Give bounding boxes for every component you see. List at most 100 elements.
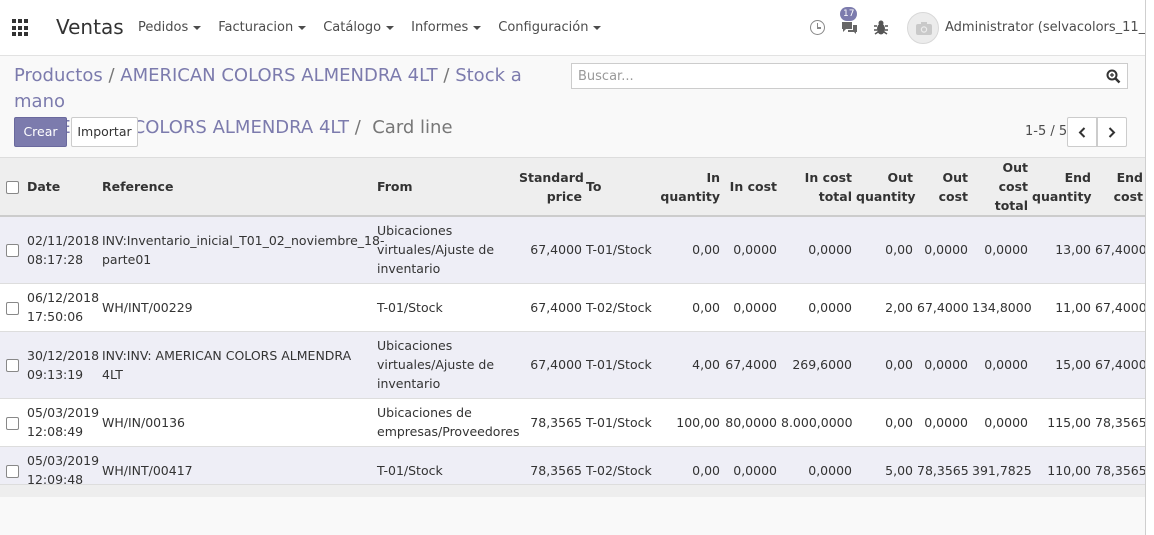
cell-date: 30/12/2018 09:13:19 (25, 330, 100, 398)
breadcrumb-productos[interactable]: Productos (14, 65, 103, 86)
menu-informes-label: Informes (411, 20, 469, 35)
caret-down-icon (298, 25, 307, 30)
cell-out-cost-total: 0,0000 (970, 215, 1030, 283)
cell-out-cost: 0,0000 (915, 215, 970, 283)
cell-in-cost: 67,4000 (722, 330, 779, 398)
row-checkbox-cell[interactable] (0, 330, 25, 398)
pager-next-button[interactable] (1097, 117, 1127, 147)
breadcrumb-current: Card line (372, 117, 453, 138)
table-row[interactable]: 06/12/2018 17:50:06 WH/INT/00229 T-01/St… (0, 282, 1147, 331)
menu-pedidos-label: Pedidos (138, 20, 189, 35)
window-edge (1145, 0, 1154, 535)
menu-catalogo-label: Catálogo (323, 20, 382, 35)
menu-catalogo[interactable]: Catálogo (323, 20, 395, 35)
cell-in-cost-total: 0,0000 (779, 282, 854, 331)
search-box (571, 63, 1128, 89)
select-all-checkbox[interactable] (6, 181, 19, 194)
search-input[interactable] (572, 64, 1092, 88)
cell-from: Ubicaciones virtuales/Ajuste de inventar… (375, 215, 517, 283)
cell-reference: INV:INV: AMERICAN COLORS ALMENDRA 4LT (100, 330, 375, 398)
row-checkbox[interactable] (6, 244, 19, 258)
col-end-quantity[interactable]: End quantity (1030, 157, 1093, 217)
camera-icon (916, 22, 932, 35)
search-icon[interactable] (1106, 69, 1121, 88)
import-button[interactable]: Importar (71, 117, 138, 147)
breadcrumb-separator: / (437, 65, 456, 86)
menu-facturacion[interactable]: Facturacion (218, 20, 307, 35)
cell-in-cost-total: 0,0000 (779, 215, 854, 283)
pager-previous-button[interactable] (1067, 117, 1097, 147)
row-checkbox[interactable] (6, 301, 19, 315)
cell-in-quantity: 4,00 (658, 330, 722, 398)
menu-configuracion[interactable]: Configuración (498, 20, 602, 35)
chevron-left-icon (1078, 127, 1086, 138)
cell-out-quantity: 0,00 (854, 330, 915, 398)
row-checkbox[interactable] (6, 464, 19, 478)
pager-value[interactable]: 1-5 / 5 (1025, 124, 1067, 139)
cell-out-cost-total: 134,8000 (970, 282, 1032, 331)
col-out-cost[interactable]: Out cost (915, 157, 970, 217)
cell-in-cost: 0,0000 (722, 282, 779, 331)
col-date[interactable]: Date (25, 157, 100, 217)
cell-to: T-02/Stock (584, 282, 658, 331)
cell-out-quantity: 2,00 (854, 282, 915, 331)
user-menu[interactable]: Administrator (selvacolors_11_2) (945, 20, 1154, 35)
cell-reference: WH/IN/00136 (100, 397, 375, 446)
cell-date: 05/03/2019 12:08:49 (25, 397, 100, 446)
col-in-cost-total[interactable]: In cost total (779, 157, 854, 217)
cell-standard-price: 67,4000 (517, 282, 584, 331)
cell-to: T-01/Stock (584, 215, 658, 283)
table-row[interactable]: 30/12/2018 09:13:19 INV:INV: AMERICAN CO… (0, 330, 1147, 398)
row-checkbox-cell[interactable] (0, 282, 25, 331)
apps-grid-icon[interactable] (12, 19, 30, 37)
row-checkbox[interactable] (6, 359, 19, 372)
menu-informes[interactable]: Informes (411, 20, 482, 35)
cell-date: 02/11/2018 08:17:28 (25, 215, 100, 283)
cell-in-cost-total: 269,6000 (779, 330, 854, 398)
breadcrumb-product[interactable]: AMERICAN COLORS ALMENDRA 4LT (120, 65, 437, 86)
cell-end-quantity: 115,00 (1030, 397, 1093, 446)
cell-standard-price: 67,4000 (517, 215, 584, 283)
select-all-checkbox-cell[interactable] (0, 157, 25, 217)
row-checkbox[interactable] (6, 416, 19, 430)
clock-icon[interactable] (810, 20, 825, 35)
col-standard-price[interactable]: Standard price (517, 157, 584, 217)
cell-end-cost: 78,3565 (1093, 397, 1147, 446)
cell-standard-price: 78,3565 (517, 397, 584, 446)
cell-out-cost-total: 0,0000 (970, 397, 1030, 446)
menu-facturacion-label: Facturacion (218, 20, 294, 35)
cell-out-cost: 0,0000 (915, 330, 970, 398)
cell-out-quantity: 0,00 (854, 215, 915, 283)
cell-date: 06/12/2018 17:50:06 (25, 282, 100, 331)
cell-out-cost: 67,4000 (915, 282, 970, 331)
table-header-row: Date Reference From Standard price To In… (0, 157, 1145, 217)
app-brand: Ventas (56, 15, 124, 39)
row-checkbox-cell[interactable] (0, 215, 25, 283)
bug-icon[interactable] (873, 19, 889, 36)
cell-in-quantity: 0,00 (658, 282, 722, 331)
row-checkbox-cell[interactable] (0, 397, 25, 446)
breadcrumb-separator: / (348, 117, 367, 138)
chat-icon[interactable] (841, 21, 858, 35)
col-reference[interactable]: Reference (100, 157, 375, 217)
cell-out-cost: 0,0000 (915, 397, 970, 446)
menu-pedidos[interactable]: Pedidos (138, 20, 202, 35)
cell-reference: INV:Inventario_inicial_T01_02_noviembre_… (100, 215, 384, 283)
cell-from: T-01/Stock (375, 282, 517, 331)
table-row[interactable]: 02/11/2018 08:17:28 INV:Inventario_inici… (0, 215, 1147, 283)
col-in-quantity[interactable]: In quantity (658, 157, 722, 217)
col-in-cost[interactable]: In cost (722, 157, 779, 217)
avatar[interactable] (907, 12, 939, 44)
col-to[interactable]: To (584, 157, 658, 217)
cell-to: T-01/Stock (584, 397, 658, 446)
create-button[interactable]: Crear (14, 117, 67, 147)
table-row[interactable]: 05/03/2019 12:08:49 WH/IN/00136 Ubicacio… (0, 397, 1147, 446)
col-end-cost[interactable]: End cost (1093, 157, 1145, 217)
caret-down-icon (193, 25, 202, 30)
cell-in-quantity: 100,00 (658, 397, 722, 446)
col-out-quantity[interactable]: Out quantity (854, 157, 916, 217)
cell-reference: WH/INT/00229 (100, 282, 375, 331)
menu-configuracion-label: Configuración (498, 20, 589, 35)
col-from[interactable]: From (375, 157, 517, 217)
col-out-cost-total[interactable]: Out cost total (970, 157, 1030, 217)
